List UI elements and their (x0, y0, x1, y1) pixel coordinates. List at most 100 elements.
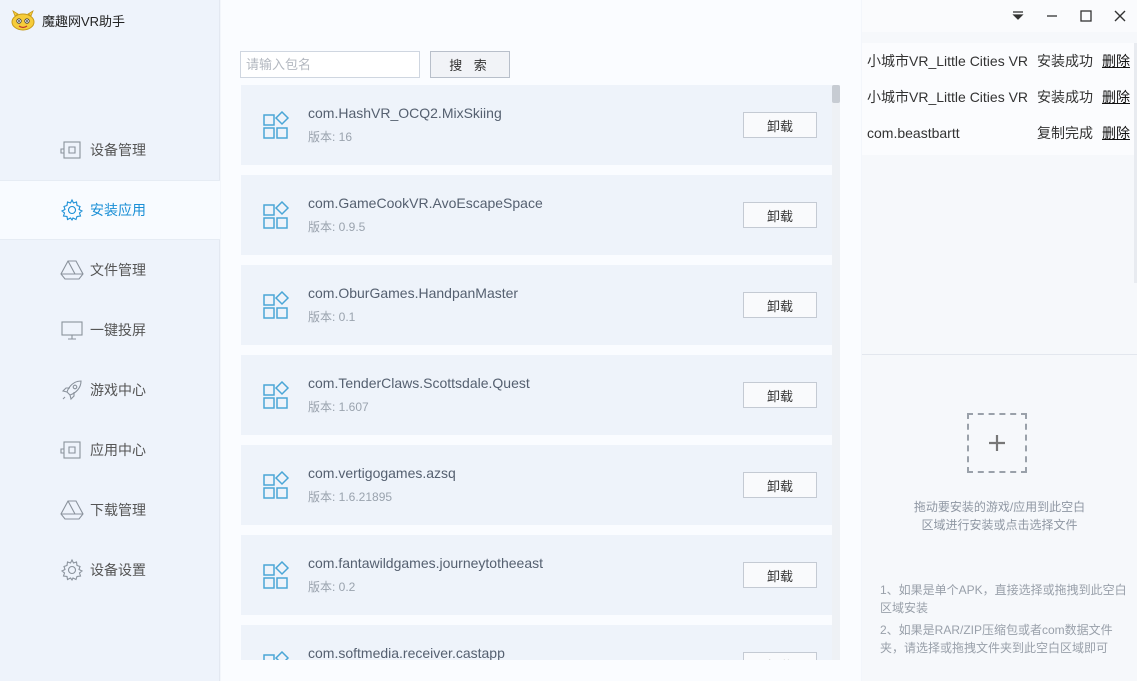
task-name: com.beastbartt (867, 125, 960, 141)
note: 1、如果是单个APK，直接选择或拖拽到此空白区域安装 (880, 583, 1127, 615)
sidebar-item-label: 应用中心 (90, 442, 146, 458)
app-version: 版本: 1.607 (308, 400, 369, 414)
list-item: com.OburGames.HandpanMaster 版本: 0.1 卸载 (241, 265, 832, 345)
app-package-name: com.OburGames.HandpanMaster (308, 285, 519, 301)
sidebar-item-files[interactable]: 文件管理 (0, 240, 220, 300)
maximize-button[interactable] (1069, 0, 1103, 32)
uninstall-button[interactable]: 卸载 (743, 202, 817, 228)
sidebar-item-label: 下载管理 (90, 502, 146, 518)
apps-icon (263, 111, 290, 139)
maximize-icon (1080, 10, 1092, 22)
drive-icon (60, 258, 84, 282)
main-panel: 搜 索 com.HashVR_OCQ2.MixSkiing 版本: 16 卸载 … (221, 0, 861, 681)
uninstall-button[interactable]: 卸载 (743, 562, 817, 588)
sidebar-item-games[interactable]: 游戏中心 (0, 360, 220, 420)
plus-icon (989, 435, 1005, 451)
app-version: 版本: 0.9.5 (308, 220, 366, 234)
list-item: com.GameCookVR.AvoEscapeSpace 版本: 0.9.5 … (241, 175, 832, 255)
task-name: 小城市VR_Little Cities VR (867, 53, 1029, 69)
sidebar-item-label: 一键投屏 (90, 322, 146, 338)
list-item: com.softmedia.receiver.castapp 卸载 (241, 625, 832, 660)
gear-icon (60, 198, 84, 222)
monitor-icon (60, 318, 84, 342)
note: 2、如果是RAR/ZIP压缩包或者com数据文件夹，请选择或拖拽文件夹到此空白区… (880, 623, 1113, 655)
app-package-name: com.HashVR_OCQ2.MixSkiing (308, 105, 502, 121)
sidebar: 魔趣网VR助手 设备管理 安装应用 文件管理 一键投屏 游戏中心 应用中心 下载… (0, 0, 220, 681)
task-status: 复制完成 (1037, 125, 1093, 141)
apps-icon (263, 381, 290, 409)
app-version: 版本: 0.1 (308, 310, 356, 324)
task-row: com.beastbartt 复制完成 删除 (862, 115, 1137, 151)
gear-icon (60, 558, 84, 582)
sidebar-item-install[interactable]: 安装应用 (0, 180, 220, 240)
app-logo: 魔趣网VR助手 (10, 8, 125, 32)
delete-link[interactable]: 删除 (1102, 51, 1130, 71)
dropdown-button[interactable] (1001, 0, 1035, 32)
app-package-name: com.TenderClaws.Scottsdale.Quest (308, 375, 530, 391)
device-icon (60, 438, 84, 462)
minimize-button[interactable] (1035, 0, 1069, 32)
list-item: com.vertigogames.azsq 版本: 1.6.21895 卸载 (241, 445, 832, 525)
sidebar-item-label: 设备设置 (90, 562, 146, 578)
app-package-name: com.fantawildgames.journeytotheeast (308, 555, 544, 571)
uninstall-button[interactable]: 卸载 (743, 652, 817, 660)
close-icon (1114, 10, 1126, 22)
window-controls (862, 0, 1137, 32)
sidebar-item-device[interactable]: 设备管理 (0, 120, 220, 180)
search-button[interactable]: 搜 索 (430, 51, 510, 78)
task-name: 小城市VR_Little Cities VR (867, 89, 1029, 105)
sidebar-item-label: 游戏中心 (90, 382, 146, 398)
app-package-name: com.softmedia.receiver.castapp (308, 645, 505, 660)
task-row: 小城市VR_Little Cities VR 安装成功 删除 (862, 43, 1137, 79)
sidebar-item-label: 安装应用 (90, 202, 146, 218)
uninstall-button[interactable]: 卸载 (743, 112, 817, 138)
app-version: 版本: 16 (308, 130, 353, 144)
apps-icon (263, 291, 290, 319)
rocket-icon (60, 378, 84, 402)
install-task-list: 小城市VR_Little Cities VR 安装成功 删除 小城市VR_Lit… (862, 43, 1137, 155)
search-input[interactable] (240, 51, 420, 78)
app-version: 版本: 0.2 (308, 580, 356, 594)
delete-link[interactable]: 删除 (1102, 123, 1130, 143)
drive-icon (60, 498, 84, 522)
device-icon (60, 138, 84, 162)
task-row: 小城市VR_Little Cities VR 安装成功 删除 (862, 79, 1137, 115)
install-notes: 1、如果是单个APK，直接选择或拖拽到此空白区域安装 2、如果是RAR/ZIP压… (880, 581, 1130, 661)
drop-hint-line: 区域进行安装或点击选择文件 (921, 518, 1078, 532)
sidebar-item-settings[interactable]: 设备设置 (0, 540, 220, 600)
uninstall-button[interactable]: 卸载 (743, 292, 817, 318)
sidebar-item-label: 设备管理 (90, 142, 146, 158)
minimize-icon (1047, 15, 1057, 17)
list-item: com.HashVR_OCQ2.MixSkiing 版本: 16 卸载 (241, 85, 832, 165)
app-title: 魔趣网VR助手 (42, 13, 126, 29)
sidebar-item-downloads[interactable]: 下载管理 (0, 480, 220, 540)
apps-icon (263, 471, 290, 499)
sidebar-item-apps[interactable]: 应用中心 (0, 420, 220, 480)
drop-hint-line: 拖动要安装的游戏/应用到此空白 (913, 500, 1086, 514)
sidebar-item-label: 文件管理 (90, 262, 146, 278)
list-item: com.TenderClaws.Scottsdale.Quest 版本: 1.6… (241, 355, 832, 435)
task-status: 安装成功 (1037, 89, 1093, 105)
apps-icon (263, 561, 290, 589)
file-drop-zone[interactable] (967, 413, 1027, 473)
logo-icon (11, 10, 35, 31)
app-package-name: com.vertigogames.azsq (308, 465, 456, 481)
sidebar-item-cast[interactable]: 一键投屏 (0, 300, 220, 360)
uninstall-button[interactable]: 卸载 (743, 382, 817, 408)
apps-icon (263, 201, 290, 229)
app-package-name: com.GameCookVR.AvoEscapeSpace (308, 195, 543, 211)
app-list: com.HashVR_OCQ2.MixSkiing 版本: 16 卸载 com.… (241, 85, 832, 660)
app-version: 版本: 1.6.21895 (308, 490, 393, 504)
list-item: com.fantawildgames.journeytotheeast 版本: … (241, 535, 832, 615)
right-panel: 小城市VR_Little Cities VR 安装成功 删除 小城市VR_Lit… (862, 0, 1137, 681)
divider (862, 354, 1137, 355)
task-status: 安装成功 (1037, 53, 1093, 69)
scroll-thumb[interactable] (832, 85, 840, 103)
sidebar-nav: 设备管理 安装应用 文件管理 一键投屏 游戏中心 应用中心 下载管理 设备设置 (0, 120, 220, 600)
apps-icon (263, 651, 290, 660)
delete-link[interactable]: 删除 (1102, 87, 1130, 107)
uninstall-button[interactable]: 卸载 (743, 472, 817, 498)
app-list-scrollbar[interactable] (832, 85, 840, 660)
close-button[interactable] (1103, 0, 1137, 32)
chevron-down-icon (1012, 11, 1024, 20)
